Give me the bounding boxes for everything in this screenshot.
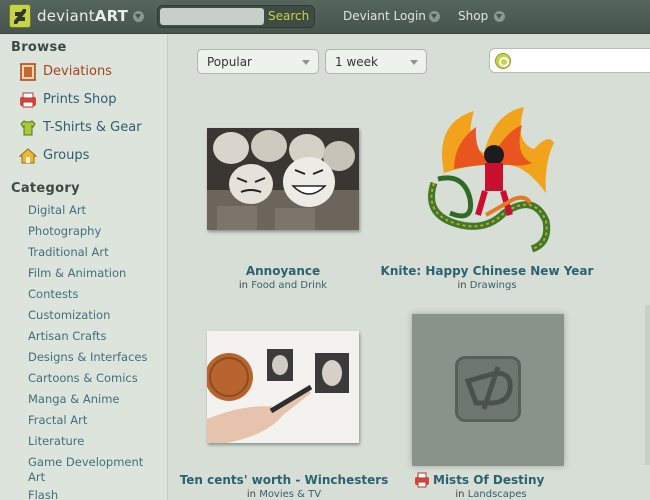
main-content: Popular 1 week Annoyance in Food and Dri… — [169, 35, 650, 500]
category-link[interactable]: Customization — [28, 308, 158, 323]
deviant-login-link[interactable]: Deviant Login — [343, 9, 426, 23]
search-icon — [495, 53, 511, 69]
deviations-icon — [19, 63, 37, 81]
deviation-title[interactable]: Mists Of Destiny — [433, 473, 544, 487]
category-link[interactable]: Flash — [28, 488, 158, 500]
sidebar-item-label: Prints Shop — [43, 92, 117, 107]
deviantart-logo-icon[interactable] — [9, 4, 31, 28]
sort-value: Popular — [207, 55, 252, 69]
eggs-image — [207, 128, 359, 230]
category-link[interactable]: Drawings — [470, 280, 517, 291]
partial-thumbnail[interactable] — [645, 305, 650, 465]
deviation-title[interactable]: Knite: Happy Chinese New Year — [377, 264, 597, 278]
sidebar-item-label: Deviations — [43, 64, 112, 79]
coin-portraits-image — [205, 331, 359, 443]
category-link[interactable]: Film & Animation — [28, 266, 158, 281]
shop-link[interactable]: Shop — [458, 9, 488, 23]
search-bar: Search — [157, 5, 315, 28]
deviantart-placeholder-icon — [455, 356, 521, 422]
shop-chevron-down-icon[interactable] — [494, 11, 505, 22]
deviation-category: in Food and Drink — [238, 280, 328, 291]
category-link[interactable]: Landscapes — [468, 489, 527, 500]
category-link[interactable]: Game Development Art — [28, 455, 153, 485]
deviation-title[interactable]: Annoyance — [187, 264, 379, 278]
groups-house-icon — [18, 147, 38, 165]
deviation-thumbnail-annoyance[interactable] — [207, 128, 359, 230]
sort-select[interactable]: Popular — [197, 49, 319, 74]
dragon-illustration-image — [428, 107, 554, 253]
sidebar-item-label: T-Shirts & Gear — [43, 120, 142, 135]
prints-icon — [19, 91, 37, 109]
category-link[interactable]: Food and Drink — [251, 280, 327, 291]
deviation-title[interactable]: Ten cents' worth - Winchesters — [171, 473, 397, 487]
browse-heading: Browse — [11, 40, 67, 55]
filter-search-input[interactable] — [489, 48, 650, 73]
category-link[interactable]: Contests — [28, 287, 158, 302]
category-link[interactable]: Movies & TV — [259, 489, 321, 500]
deviation-thumbnail-knite[interactable] — [414, 103, 564, 253]
deviation-category: in Movies & TV — [246, 489, 322, 500]
sidebar-item-groups[interactable]: Groups — [18, 146, 164, 166]
logo-wordmark[interactable]: deviantART — [37, 7, 128, 25]
sort-chevron-down-icon — [302, 60, 310, 65]
sidebar-item-tshirts-gear[interactable]: T-Shirts & Gear — [19, 118, 164, 138]
deviation-category: in Drawings — [457, 280, 517, 291]
sidebar: Browse Deviations Prints Shop T-Shirts &… — [0, 35, 168, 500]
prints-icon — [414, 472, 430, 488]
category-link[interactable]: Manga & Anime — [28, 392, 158, 407]
search-button[interactable]: Search — [268, 9, 309, 23]
period-value: 1 week — [335, 55, 378, 69]
category-link[interactable]: Artisan Crafts — [28, 329, 158, 344]
category-link[interactable]: Photography — [28, 224, 158, 239]
category-link[interactable]: Cartoons & Comics — [28, 371, 158, 386]
category-link[interactable]: Designs & Interfaces — [28, 350, 158, 365]
category-link[interactable]: Literature — [28, 434, 158, 449]
top-bar: deviantART Search Deviant Login Shop — [0, 0, 650, 34]
deviation-category: in Landscapes — [455, 489, 527, 500]
login-chevron-down-icon[interactable] — [429, 11, 440, 22]
category-heading: Category — [11, 181, 80, 196]
category-link[interactable]: Digital Art — [28, 203, 158, 218]
deviation-thumbnail-ten-cents[interactable] — [205, 331, 359, 443]
tshirt-icon — [19, 119, 37, 137]
category-link[interactable]: Traditional Art — [28, 245, 158, 260]
sidebar-item-label: Groups — [43, 148, 90, 163]
search-input[interactable] — [160, 8, 264, 25]
category-link[interactable]: Fractal Art — [28, 413, 158, 428]
deviation-thumbnail-mists[interactable] — [412, 314, 564, 466]
period-select[interactable]: 1 week — [325, 49, 427, 74]
sidebar-item-deviations[interactable]: Deviations — [19, 62, 164, 82]
sidebar-item-prints-shop[interactable]: Prints Shop — [19, 90, 164, 110]
logo-chevron-down-icon[interactable] — [133, 11, 144, 22]
period-chevron-down-icon — [410, 60, 418, 65]
